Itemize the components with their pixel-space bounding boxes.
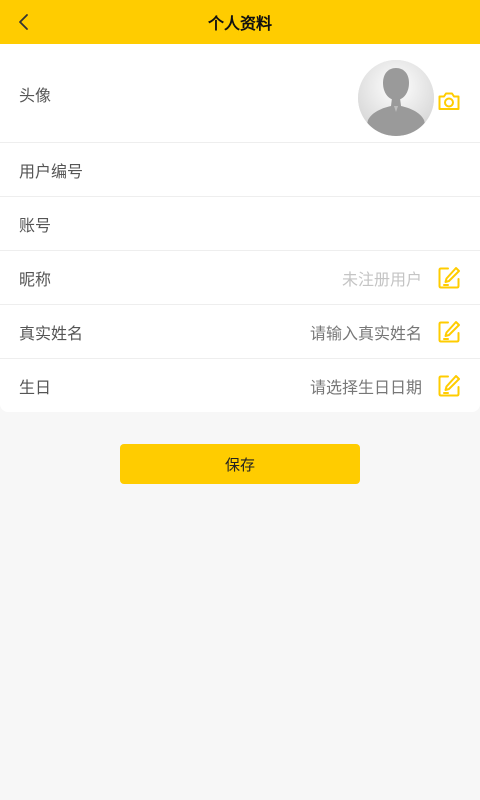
birthday-label: 生日 xyxy=(19,377,52,397)
back-button[interactable] xyxy=(10,8,38,36)
nickname-row[interactable]: 昵称 未注册用户 xyxy=(0,251,480,305)
account-label: 账号 xyxy=(19,215,52,235)
nickname-label: 昵称 xyxy=(19,269,52,289)
account-row: 账号 xyxy=(0,197,480,251)
avatar-label: 头像 xyxy=(19,86,52,105)
chevron-left-icon xyxy=(19,14,28,30)
real-name-label: 真实姓名 xyxy=(19,323,84,343)
avatar-row[interactable]: 头像 xyxy=(0,44,480,143)
birthday-row[interactable]: 生日 请选择生日日期 xyxy=(0,359,480,412)
edit-icon[interactable] xyxy=(436,373,462,399)
edit-icon[interactable] xyxy=(436,319,462,345)
avatar[interactable] xyxy=(358,60,434,136)
real-name-row[interactable]: 真实姓名 请输入真实姓名 xyxy=(0,305,480,359)
camera-icon xyxy=(438,92,460,110)
profile-card: 头像 用户编号 账号 昵称 未注册用户 真实姓名 请输入真实姓名 生日 请选择生… xyxy=(0,44,480,412)
real-name-input[interactable]: 请输入真实姓名 xyxy=(310,320,422,344)
default-avatar-image xyxy=(358,60,434,136)
user-number-label: 用户编号 xyxy=(19,161,84,181)
top-bar: 个人资料 xyxy=(0,0,480,44)
save-container: 保存 xyxy=(0,444,480,484)
nickname-value: 未注册用户 xyxy=(341,269,422,289)
birthday-picker[interactable]: 请选择生日日期 xyxy=(310,374,422,398)
page-title: 个人资料 xyxy=(207,14,272,33)
save-button[interactable]: 保存 xyxy=(120,444,360,484)
edit-icon[interactable] xyxy=(436,265,462,291)
user-number-row: 用户编号 xyxy=(0,143,480,197)
camera-button[interactable] xyxy=(436,88,462,114)
